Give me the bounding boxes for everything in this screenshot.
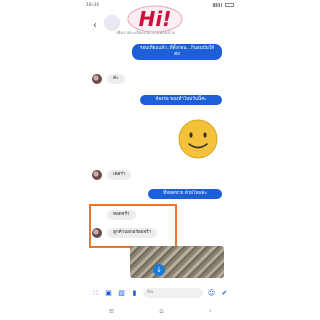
like-icon[interactable]: ✔	[220, 289, 229, 298]
message-input[interactable]: Aa	[143, 288, 203, 298]
home-icon[interactable]: ⌂	[159, 307, 163, 315]
message-in-3[interactable]: ทอดจร้า	[107, 210, 136, 220]
menu-grid-icon[interactable]: ∷	[91, 289, 100, 298]
message-in-1[interactable]: ค่ะ	[107, 74, 125, 84]
message-in-4[interactable]: ลูกค้าบอกอร่อยจร้า	[107, 228, 158, 238]
status-icons	[213, 3, 234, 7]
hi-sticker: Hi!	[127, 5, 183, 33]
smiley-sticker	[178, 119, 218, 159]
recent-apps-icon[interactable]: ≡	[108, 307, 114, 315]
battery-icon	[225, 3, 234, 7]
message-out-1[interactable]: รอบเที่ยมแล้ว..ที่ตั้งก่อน...กินอนบ้นให้…	[132, 44, 222, 60]
status-time: 18:34	[86, 2, 99, 8]
android-nav-bar: ≡ ⌂ ‹	[86, 304, 234, 318]
scroll-down-icon[interactable]: ↓	[153, 264, 165, 276]
messenger-screen: 18:34 ‹ เพิ่มรายละเอียดเกี่ยวกับเพื่อนบ้…	[0, 0, 320, 320]
sender-avatar	[92, 74, 102, 84]
sender-avatar	[92, 228, 102, 238]
hi-sticker-text: Hi!	[139, 7, 172, 31]
sender-avatar	[92, 170, 102, 180]
message-out-3[interactable]: ที่หอดขาย ด้วยไหมค่ะ	[148, 189, 222, 199]
shared-photos[interactable]	[130, 246, 224, 278]
photo-icon[interactable]: ▧	[117, 289, 126, 298]
mic-icon[interactable]: ▮	[130, 289, 139, 298]
message-in-2[interactable]: เคอร่า	[107, 170, 132, 180]
signal-icon	[213, 3, 222, 7]
camera-icon[interactable]: ▣	[104, 289, 113, 298]
back-nav-icon[interactable]: ‹	[209, 307, 212, 315]
message-out-2[interactable]: ห้องรอ ของทำไหม่วันนี้ค่ะ	[140, 95, 222, 105]
back-arrow-icon[interactable]: ‹	[93, 20, 97, 31]
composer-bar: ∷ ▣ ▧ ▮ Aa ☺ ✔	[86, 283, 234, 303]
emoji-icon[interactable]: ☺	[207, 289, 216, 298]
